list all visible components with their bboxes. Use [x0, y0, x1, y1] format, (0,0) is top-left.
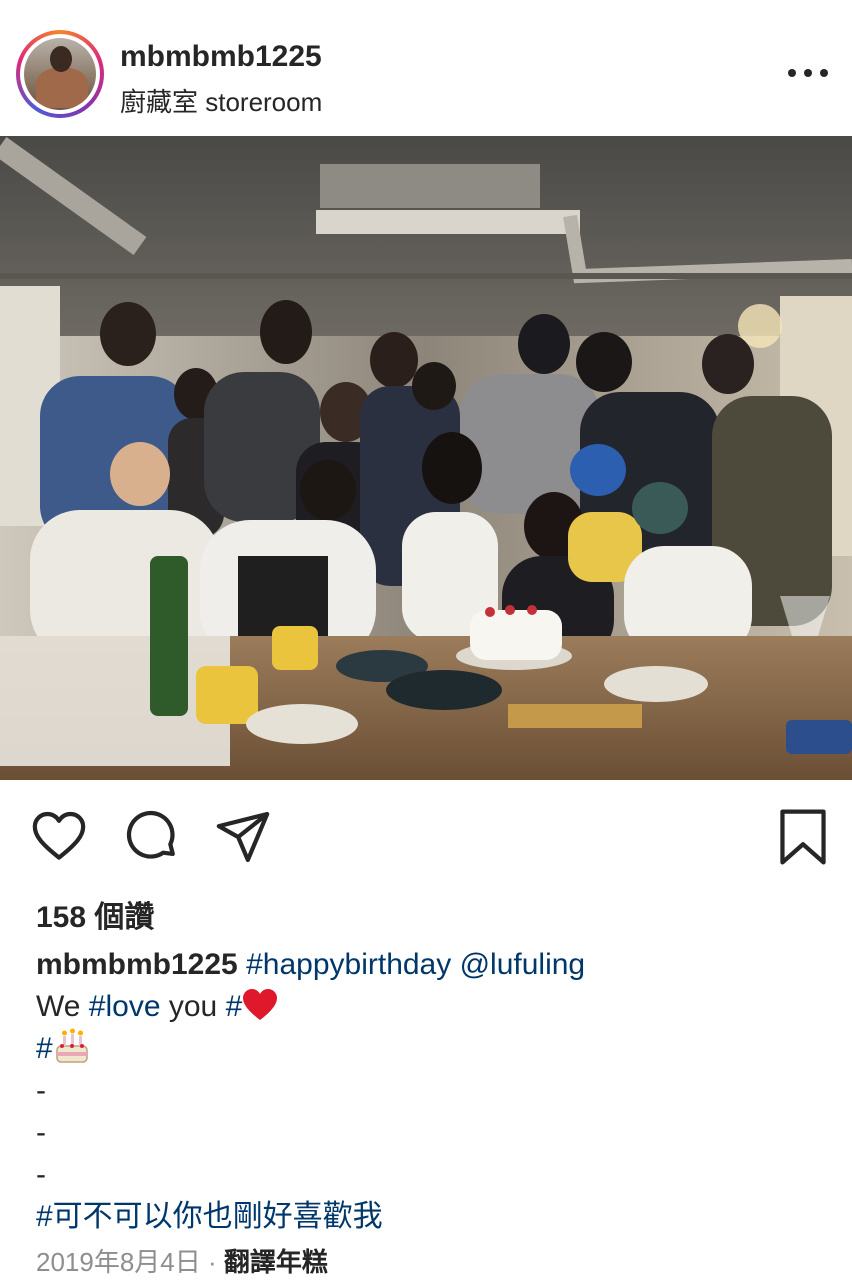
- caption-dash: -: [36, 1158, 46, 1191]
- more-options-icon[interactable]: [788, 58, 828, 88]
- post-username[interactable]: mbmbmb1225: [120, 40, 322, 74]
- caption-text: you: [160, 990, 226, 1023]
- like-count[interactable]: 158 個讚: [36, 892, 154, 936]
- post-footer: 2019年8月4日 · 翻譯年糕: [36, 1242, 328, 1279]
- caption-text: We: [36, 990, 89, 1023]
- story-ring[interactable]: [16, 30, 104, 118]
- heart-emoji-icon: [242, 988, 278, 1022]
- avatar[interactable]: [24, 38, 96, 110]
- send-icon[interactable]: [214, 808, 272, 866]
- heart-icon[interactable]: [30, 808, 88, 866]
- hashtag-happybirthday[interactable]: #happybirthday: [246, 948, 451, 981]
- separator: ·: [200, 1247, 224, 1277]
- bookmark-icon[interactable]: [774, 808, 832, 866]
- post-caption: mbmbmb1225 #happybirthday @lufuling We #…: [36, 944, 826, 1238]
- hashtag-cake[interactable]: #: [36, 1032, 53, 1065]
- post-photo[interactable]: [0, 136, 852, 780]
- caption-dash: -: [36, 1116, 46, 1149]
- post-header: mbmbmb1225 廚藏室 storeroom: [0, 0, 852, 136]
- hashtag-heart[interactable]: #: [226, 990, 243, 1023]
- mention-lufuling[interactable]: @lufuling: [460, 948, 586, 981]
- post-date: 2019年8月4日: [36, 1247, 201, 1277]
- cake-emoji-icon: [53, 1028, 91, 1064]
- translate-button[interactable]: 翻譯年糕: [224, 1247, 328, 1277]
- hashtag-chinese[interactable]: #可不可以你也剛好喜歡我: [36, 1200, 383, 1233]
- comment-icon[interactable]: [122, 808, 180, 866]
- action-bar: [0, 800, 852, 872]
- caption-username[interactable]: mbmbmb1225: [36, 948, 238, 981]
- caption-dash: -: [36, 1074, 46, 1107]
- group-photo-image: [0, 136, 852, 780]
- post-location[interactable]: 廚藏室 storeroom: [120, 82, 322, 119]
- hashtag-love[interactable]: #love: [89, 990, 161, 1023]
